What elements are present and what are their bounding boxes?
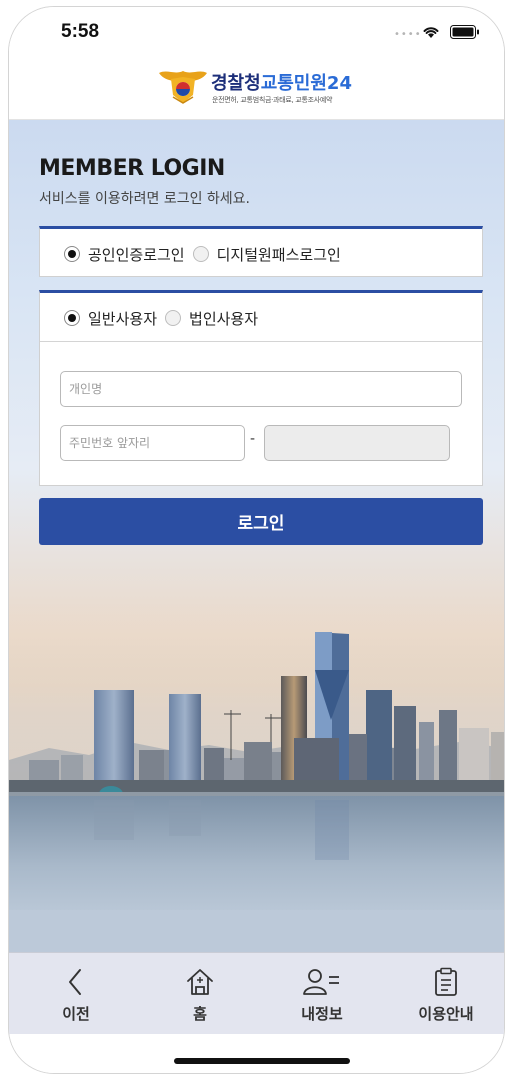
corporate-user-label[interactable]: 법인사용자 (189, 308, 258, 329)
nav-home[interactable]: 홈 (145, 953, 255, 1035)
app-title-main: 경찰청 (211, 73, 261, 94)
login-method-panel: 공인인증로그인 디지털원패스로그인 (39, 226, 483, 277)
app-header: 경찰청교통민원24 운전면허, 교통범칙금·과태료, 교통조사예약 (9, 59, 504, 120)
general-user-radio[interactable] (64, 310, 80, 326)
app-tagline: 운전면허, 교통범칙금·과태료, 교통조사예약 (212, 96, 333, 104)
rrn-back-input[interactable] (264, 425, 450, 461)
status-bar: 5:58 •••• (9, 7, 504, 59)
cellular-dots-icon: •••• (394, 29, 422, 40)
nav-back[interactable]: 이전 (21, 953, 131, 1035)
login-title: MEMBER LOGIN (39, 156, 225, 181)
login-subtitle: 서비스를 이용하려면 로그인 하세요. (39, 191, 250, 207)
city-skyline-background (9, 610, 504, 952)
app-title-sub: 교통민원24 (260, 73, 352, 94)
home-indicator-area (9, 1034, 504, 1073)
user-info-icon (303, 969, 339, 995)
corporate-user-radio[interactable] (165, 310, 182, 326)
home-indicator[interactable] (174, 1058, 350, 1064)
rrn-front-input[interactable] (60, 425, 245, 461)
login-content: MEMBER LOGIN 서비스를 이용하려면 로그인 하세요. 공인인증로그인… (9, 120, 504, 952)
phone-screen: 5:58 •••• 경찰청교통민원24 운전면허, 교통범칙금·과태료, 교통조… (8, 6, 505, 1074)
police-emblem-icon (159, 71, 207, 104)
nav-guide-label: 이용안내 (418, 1005, 474, 1023)
digital-onepass-label[interactable]: 디지털원패스로그인 (217, 244, 341, 265)
cert-login-label[interactable]: 공인인증로그인 (88, 244, 185, 265)
nav-home-label: 홈 (193, 1005, 207, 1023)
rrn-separator: - (250, 431, 256, 447)
nav-my-info-label: 내정보 (301, 1005, 343, 1023)
nav-back-label: 이전 (62, 1005, 90, 1023)
name-input[interactable] (60, 371, 462, 407)
login-method-options: 공인인증로그인 디지털원패스로그인 (64, 242, 349, 266)
user-form-panel: 일반사용자 법인사용자 - (39, 290, 483, 486)
clipboard-icon (435, 967, 457, 996)
app-title: 경찰청교통민원24 (211, 69, 352, 95)
divider (40, 341, 482, 342)
login-button[interactable]: 로그인 (39, 498, 483, 545)
user-type-options: 일반사용자 법인사용자 (64, 306, 266, 330)
cert-login-radio[interactable] (64, 246, 80, 262)
nav-my-info[interactable]: 내정보 (267, 953, 377, 1035)
digital-onepass-radio[interactable] (192, 246, 209, 262)
general-user-label[interactable]: 일반사용자 (88, 308, 157, 329)
chevron-left-icon (69, 969, 81, 995)
bottom-nav: 이전 홈 내정보 이용안내 (9, 952, 504, 1035)
battery-icon (450, 25, 479, 39)
home-icon (187, 969, 213, 995)
nav-guide[interactable]: 이용안내 (391, 953, 501, 1035)
status-time: 5:58 (61, 21, 100, 42)
wifi-icon (423, 27, 439, 38)
